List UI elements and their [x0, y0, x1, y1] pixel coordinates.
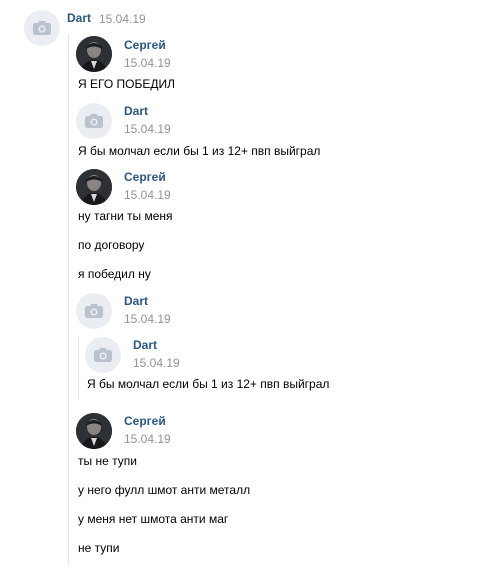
sender-name[interactable]: Dart — [67, 11, 91, 25]
avatar[interactable] — [76, 103, 112, 139]
camera-icon — [33, 21, 51, 35]
message-text: ну тагни ты меня — [78, 209, 173, 223]
sender-name[interactable]: Dart — [124, 104, 148, 118]
message-date[interactable]: 15.04.19 — [124, 188, 171, 202]
camera-icon — [85, 304, 103, 318]
message-date[interactable]: 15.04.19 — [99, 12, 146, 26]
avatar[interactable] — [76, 169, 112, 205]
message-text: у меня нет шмота анти маг — [78, 512, 229, 526]
forward-quote-line — [68, 34, 69, 565]
message-text: Я бы молчал если бы 1 из 12+ пвп выйграл — [87, 377, 330, 391]
message-text: по договору — [78, 238, 145, 252]
sender-name[interactable]: Dart — [133, 338, 157, 352]
message-date[interactable]: 15.04.19 — [124, 122, 171, 136]
message-date[interactable]: 15.04.19 — [133, 356, 180, 370]
message-date[interactable]: 15.04.19 — [124, 56, 171, 70]
avatar[interactable] — [24, 10, 60, 46]
forward-quote-line — [78, 336, 79, 400]
user-photo — [76, 413, 112, 449]
message-text: ты не тупи — [78, 454, 137, 468]
user-photo — [76, 36, 112, 72]
message-text: я победил ну — [78, 267, 151, 281]
message-text: у него фулл шмот анти металл — [78, 483, 251, 497]
avatar[interactable] — [85, 337, 121, 373]
avatar[interactable] — [76, 36, 112, 72]
sender-name[interactable]: Сергей — [124, 170, 166, 184]
user-photo — [76, 169, 112, 205]
avatar[interactable] — [76, 293, 112, 329]
sender-name[interactable]: Сергей — [124, 38, 166, 52]
camera-icon — [85, 114, 103, 128]
sender-name[interactable]: Сергей — [124, 414, 166, 428]
message-text: Я ЕГО ПОБЕДИЛ — [78, 77, 175, 91]
message-text: не тупи — [78, 541, 120, 555]
avatar[interactable] — [76, 413, 112, 449]
message-text: Я бы молчал если бы 1 из 12+ пвп выйграл — [78, 144, 321, 158]
message-date[interactable]: 15.04.19 — [124, 432, 171, 446]
message-date[interactable]: 15.04.19 — [124, 312, 171, 326]
sender-name[interactable]: Dart — [124, 294, 148, 308]
camera-icon — [94, 348, 112, 362]
forwarded-messages-view: Dart 15.04.19 Сергей 15.04.19 Я ЕГО ПОБЕ… — [0, 0, 496, 575]
